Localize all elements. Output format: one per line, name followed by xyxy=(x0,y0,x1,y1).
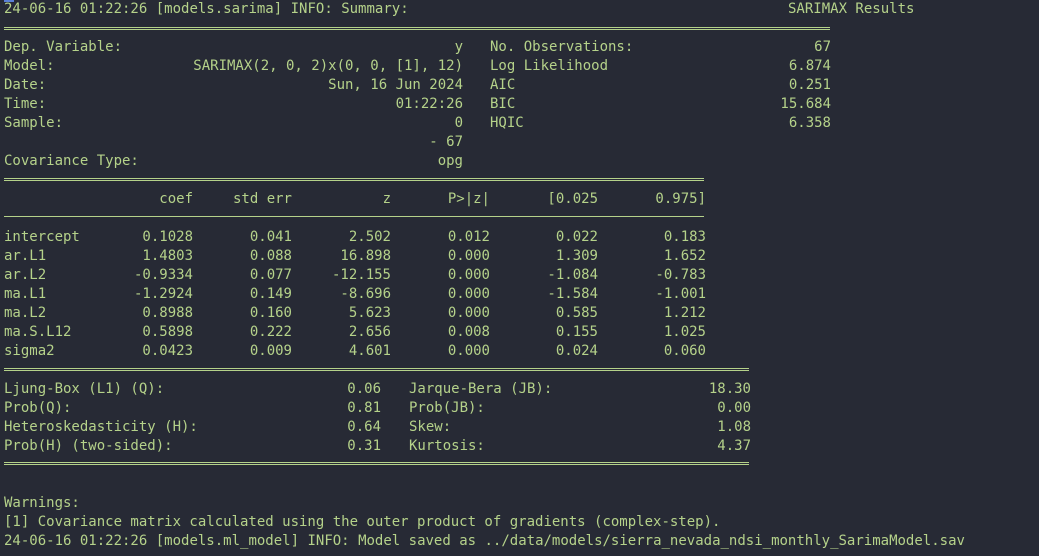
cell-ci-high: 1.212 xyxy=(663,305,706,321)
diag-value: 1.08 xyxy=(717,419,751,435)
column-header: 0.975] xyxy=(655,191,706,207)
cell-ci-high: 1.025 xyxy=(663,324,706,340)
header-right-value: 0.251 xyxy=(788,77,831,93)
single-rule xyxy=(4,216,704,217)
header-right-value: 6.358 xyxy=(788,115,831,131)
cell-ci-high: 1.652 xyxy=(663,248,706,264)
diag-value: 4.37 xyxy=(717,438,751,454)
header-left-value: opg xyxy=(437,153,463,169)
log-logger: [models.sarima] xyxy=(155,1,283,17)
header-right-value: 67 xyxy=(814,39,831,55)
header-right-value: 15.684 xyxy=(780,96,831,112)
double-rule xyxy=(4,462,749,465)
header-right-value: 6.874 xyxy=(788,58,831,74)
log-level: INFO: xyxy=(307,533,350,549)
terminal-output[interactable]: 24-06-16 01:22:26 [models.sarima] INFO: … xyxy=(0,0,1039,556)
log-line-saved: 24-06-16 01:22:26 [models.ml_model] INFO… xyxy=(4,532,965,551)
warning-item: [1] Covariance matrix calculated using t… xyxy=(4,514,721,530)
header-left-value: - 67 xyxy=(429,134,463,150)
log-message: Summary: xyxy=(341,1,409,17)
cell-ci-high: 0.060 xyxy=(663,343,706,359)
diag-value: 0.00 xyxy=(717,400,751,416)
log-timestamp: 24-06-16 01:22:26 xyxy=(4,533,148,549)
warnings-title: Warnings: xyxy=(4,495,80,511)
log-line-summary: 24-06-16 01:22:26 [models.sarima] INFO: … xyxy=(4,0,409,19)
log-message: Model saved as ../data/models/sierra_nev… xyxy=(358,533,965,549)
double-rule xyxy=(4,178,704,181)
log-timestamp: 24-06-16 01:22:26 xyxy=(4,1,148,17)
cell-ci-high: -0.783 xyxy=(655,267,706,283)
log-logger: [models.ml_model] xyxy=(155,533,300,549)
cell-ci-high: 0.183 xyxy=(663,229,706,245)
double-rule xyxy=(4,27,830,30)
results-title: SARIMAX Results xyxy=(788,1,915,17)
log-level: INFO: xyxy=(290,1,333,17)
double-rule xyxy=(4,368,749,371)
diag-value: 18.30 xyxy=(708,381,751,397)
cell-ci-high: -1.001 xyxy=(655,286,706,302)
